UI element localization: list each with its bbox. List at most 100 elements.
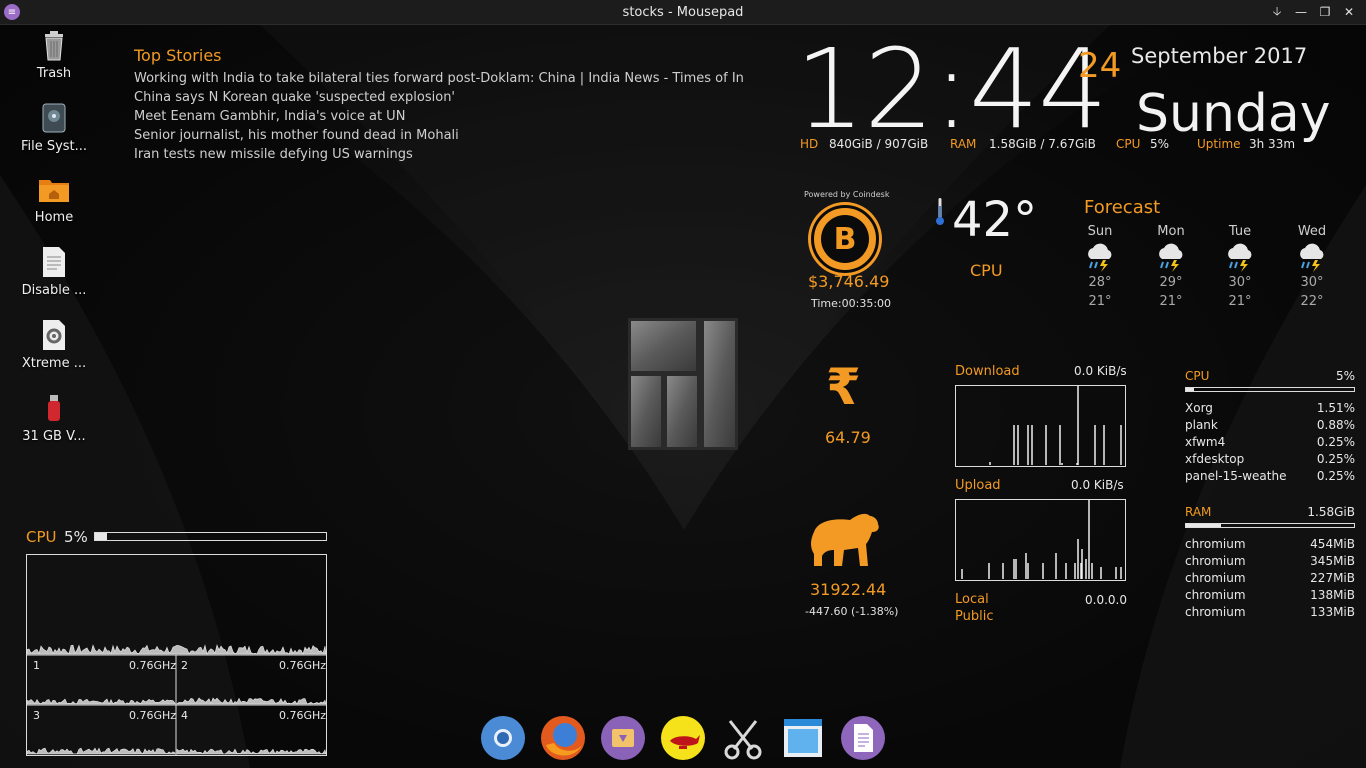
core-number: 2 xyxy=(181,659,188,672)
ram-process-list: RAM 1.58GiB chromium 454MiB chromium 345Mi… xyxy=(1185,504,1355,621)
cpu-label: CPU xyxy=(1116,137,1141,151)
cpu-value: 5% xyxy=(1150,137,1170,151)
forecast-day-name: Mon xyxy=(1157,224,1185,239)
story-item[interactable]: Iran tests new missile defying US warnin… xyxy=(134,145,744,164)
cpu-waveform xyxy=(26,698,176,705)
plank-dock xyxy=(474,710,894,768)
ip-value: 0.0.0.0 xyxy=(1085,593,1127,607)
core-number: 4 xyxy=(181,709,188,722)
desktop-icon-usb[interactable]: 31 GB V... xyxy=(14,391,94,444)
desktop-icon-label: Home xyxy=(34,210,74,225)
forecast-high: 30° xyxy=(1228,275,1252,290)
scissors-icon[interactable] xyxy=(720,715,766,761)
text-file-icon xyxy=(37,245,71,279)
story-item[interactable]: China says N Korean quake 'suspected exp… xyxy=(134,88,744,107)
core-frequency: 0.76GHz xyxy=(129,709,177,722)
text-editor-icon[interactable] xyxy=(840,715,886,761)
ram-usage-bar xyxy=(1185,523,1355,528)
thunderstorm-icon xyxy=(1296,243,1328,273)
core-frequency: 0.76GHz xyxy=(279,659,327,672)
bitcoin-symbol: B xyxy=(821,215,869,263)
forecast-day-name: Sun xyxy=(1087,224,1113,239)
process-value: 138MiB xyxy=(1310,588,1355,602)
core-number: 3 xyxy=(33,709,40,722)
public-ip-label: Public xyxy=(955,609,994,624)
rupee-rate: 64.79 xyxy=(825,428,871,447)
genie-lamp-icon[interactable] xyxy=(660,715,706,761)
cpu-process-total: 5% xyxy=(1335,369,1355,383)
process-name: chromium xyxy=(1185,537,1246,551)
clock-time: 12:44 xyxy=(795,25,1108,153)
minimize-button[interactable]: — xyxy=(1292,3,1310,21)
cpu-usage-fill xyxy=(1186,388,1195,391)
process-value: 345MiB xyxy=(1310,554,1355,568)
cpu-waveform xyxy=(26,644,327,655)
thunderstorm-icon xyxy=(1155,243,1187,273)
process-name: panel-15-weathe xyxy=(1185,469,1287,483)
cpu-waveform xyxy=(176,748,327,755)
cpu-panel-value: 5% xyxy=(64,528,88,546)
thermometer-icon xyxy=(936,198,944,226)
forecast-day: Mon 29° 21° xyxy=(1146,224,1196,311)
ram-value: 1.58GiB / 7.67GiB xyxy=(989,137,1096,151)
ram-usage-fill xyxy=(1186,524,1222,527)
top-stories-widget: Top Stories Working with India to take b… xyxy=(134,46,744,164)
bitcoin-time: Time:00:35:00 xyxy=(811,297,892,310)
date-weekday: Sunday xyxy=(1136,84,1331,144)
download-label: Download xyxy=(955,364,1020,379)
close-button[interactable]: ✕ xyxy=(1340,3,1358,21)
process-name: xfwm4 xyxy=(1185,435,1226,449)
market-index-value: 31922.44 xyxy=(810,580,887,599)
process-value: 133MiB xyxy=(1310,605,1355,619)
process-name: Xorg xyxy=(1185,401,1213,415)
upload-rate: 0.0 KiB/s xyxy=(1071,478,1124,492)
process-row: xfdesktop 0.25% xyxy=(1185,451,1355,468)
cpu-process-list: CPU 5% Xorg 1.51% plank 0.88% xfwm4 0.25% x… xyxy=(1185,368,1355,485)
chromium-icon[interactable] xyxy=(480,715,526,761)
cpu-temperature: 42° xyxy=(952,192,1038,248)
firefox-icon[interactable] xyxy=(540,715,586,761)
rupee-icon: ₹ xyxy=(826,358,861,416)
process-value: 1.51% xyxy=(1316,401,1355,415)
archive-manager-icon[interactable] xyxy=(600,715,646,761)
forecast-day: Tue 30° 21° xyxy=(1215,224,1265,311)
cpu-panel-label: CPU xyxy=(26,528,57,546)
upload-graph xyxy=(955,499,1126,581)
cpu-waveform xyxy=(26,747,176,755)
forecast-low: 21° xyxy=(1159,294,1183,309)
bitcoin-price: $3,746.49 xyxy=(808,272,890,291)
forecast-high: 28° xyxy=(1088,275,1112,290)
window-manager-icon[interactable] xyxy=(780,715,826,761)
process-value: 0.25% xyxy=(1316,452,1355,466)
ram-process-title: RAM xyxy=(1185,505,1212,519)
forecast-low: 21° xyxy=(1228,294,1252,309)
desktop-icon-xtreme[interactable]: Xtreme ... xyxy=(14,318,94,371)
window-titlebar: ≡ stocks - Mousepad 🡣 — ❐ ✕ xyxy=(0,0,1366,25)
core-frequency: 0.76GHz xyxy=(279,709,327,722)
desktop-icon-filesystem[interactable]: File Syst... xyxy=(14,101,94,154)
date-day: 24 xyxy=(1078,46,1122,86)
download-graph xyxy=(955,385,1126,467)
process-row: plank 0.88% xyxy=(1185,417,1355,434)
top-stories-header: Top Stories xyxy=(134,46,222,65)
shade-down-icon[interactable]: 🡣 xyxy=(1268,3,1286,21)
cpu-waveform xyxy=(176,697,327,705)
forecast-day: Wed 30° 22° xyxy=(1287,224,1337,311)
cpu-usage-bar xyxy=(1185,387,1355,392)
download-rate: 0.0 KiB/s xyxy=(1074,364,1127,378)
thunderstorm-icon xyxy=(1084,243,1116,273)
thunderstorm-icon xyxy=(1224,243,1256,273)
story-item[interactable]: Working with India to take bilateral tie… xyxy=(134,69,744,88)
uptime-label: Uptime xyxy=(1197,137,1241,151)
process-row: chromium 345MiB xyxy=(1185,553,1355,570)
story-item[interactable]: Meet Eenam Gambhir, India's voice at UN xyxy=(134,107,744,126)
desktop-icon-disable[interactable]: Disable ... xyxy=(14,245,94,298)
desktop-icon-trash[interactable]: Trash xyxy=(14,28,94,81)
maximize-button[interactable]: ❐ xyxy=(1316,3,1334,21)
uptime-value: 3h 33m xyxy=(1249,137,1296,151)
desktop-icon-home[interactable]: Home xyxy=(14,172,94,225)
story-item[interactable]: Senior journalist, his mother found dead… xyxy=(134,126,744,145)
window-controls: 🡣 — ❐ ✕ xyxy=(1268,3,1358,21)
mousepad-app-icon[interactable]: ≡ xyxy=(4,4,20,20)
usb-drive-icon xyxy=(37,391,71,425)
